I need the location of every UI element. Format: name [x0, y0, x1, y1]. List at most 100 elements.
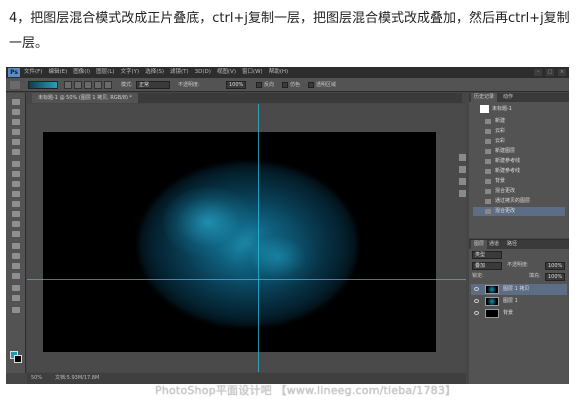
- marquee-tool-icon[interactable]: [12, 109, 20, 115]
- menu-layer[interactable]: 图层(L): [96, 67, 114, 78]
- document-canvas[interactable]: [43, 132, 436, 352]
- opacity-input[interactable]: 100%: [226, 81, 246, 89]
- canvas-area: [27, 104, 466, 372]
- history-item[interactable]: 背景: [473, 177, 565, 186]
- history-item-label: 云彩: [495, 138, 506, 144]
- move-tool-icon[interactable]: [12, 99, 20, 105]
- properties-panel-icon[interactable]: [458, 166, 466, 173]
- minimize-button[interactable]: –: [534, 69, 542, 76]
- layer-filter-select[interactable]: 类型: [472, 251, 502, 259]
- tab-paths[interactable]: 路径: [507, 240, 517, 249]
- angle-gradient-icon[interactable]: [84, 81, 92, 89]
- path-select-tool-icon[interactable]: [12, 263, 20, 269]
- history-item-label: 通过拷贝的图层: [495, 198, 531, 204]
- history-item-selected[interactable]: 混合更改: [473, 207, 565, 216]
- paragraph-panel-icon[interactable]: [458, 190, 466, 197]
- dodge-tool-icon[interactable]: [12, 231, 20, 237]
- history-brush-tool-icon[interactable]: [12, 191, 20, 197]
- character-panel-icon[interactable]: [458, 178, 466, 185]
- eye-icon[interactable]: [474, 299, 479, 303]
- menu-edit[interactable]: 编辑(E): [48, 67, 67, 78]
- layer-row[interactable]: 图层 1 拷贝: [471, 284, 567, 295]
- blend-mode-select[interactable]: 叠加: [472, 262, 502, 270]
- zoom-tool-icon[interactable]: [12, 295, 20, 301]
- history-item[interactable]: 云彩: [473, 137, 565, 146]
- layers-panel: 图层 通道 路径 类型 叠加 不透明度: 100% 锁定: 填充: 100% 图…: [469, 239, 569, 384]
- mode-select[interactable]: 正常: [136, 81, 170, 89]
- crop-tool-icon[interactable]: [12, 139, 20, 145]
- shape-tool-icon[interactable]: [12, 273, 20, 279]
- history-item[interactable]: 云彩: [473, 127, 565, 136]
- history-item[interactable]: 新建参考线: [473, 157, 565, 166]
- layer-opacity-input[interactable]: 100%: [545, 262, 565, 270]
- history-state-icon: [485, 159, 491, 164]
- history-item[interactable]: 新建图层: [473, 147, 565, 156]
- eyedropper-tool-icon[interactable]: [12, 149, 20, 155]
- history-state-icon: [485, 139, 491, 144]
- history-item[interactable]: 通过拷贝的图层: [473, 197, 565, 206]
- menu-filter[interactable]: 滤镜(T): [170, 67, 189, 78]
- linear-gradient-icon[interactable]: [64, 81, 72, 89]
- radial-gradient-icon[interactable]: [74, 81, 82, 89]
- clone-stamp-tool-icon[interactable]: [12, 181, 20, 187]
- history-state-icon: [485, 119, 491, 124]
- layer-opacity-label: 不透明度:: [507, 262, 529, 268]
- tutorial-caption: 4，把图层混合模式改成正片叠底，ctrl+j复制一层，把图层混合模式改成叠加，然…: [9, 11, 570, 51]
- menu-help[interactable]: 帮助(H): [269, 67, 288, 78]
- menu-view[interactable]: 视图(V): [217, 67, 236, 78]
- zoom-level[interactable]: 50%: [31, 373, 42, 384]
- menu-file[interactable]: 文件(F): [24, 67, 42, 78]
- tab-channels[interactable]: 通道: [489, 240, 499, 249]
- transparency-checkbox[interactable]: [308, 82, 314, 88]
- more-tools-icon[interactable]: [12, 307, 20, 313]
- tab-history[interactable]: 历史记录: [471, 93, 498, 102]
- horizontal-guide[interactable]: [27, 279, 466, 280]
- maximize-button[interactable]: □: [546, 69, 554, 76]
- reverse-checkbox[interactable]: [256, 82, 262, 88]
- tool-preset-icon[interactable]: [10, 81, 20, 89]
- menu-select[interactable]: 选择(S): [145, 67, 164, 78]
- document-tab[interactable]: 未标题-1 @ 50% (图层 1 拷贝, RGB/8) *: [32, 93, 139, 103]
- menu-window[interactable]: 窗口(W): [242, 67, 263, 78]
- history-snapshot[interactable]: 未标题-1: [473, 104, 565, 114]
- brush-tool-icon[interactable]: [12, 171, 20, 177]
- menu-bar: Ps 文件(F) 编辑(E) 图像(I) 图层(L) 文字(Y) 选择(S) 滤…: [6, 67, 569, 78]
- history-item[interactable]: 新建参考线: [473, 167, 565, 176]
- cloud-highlight: [238, 227, 318, 287]
- tab-actions[interactable]: 动作: [503, 93, 513, 102]
- history-panel-icon[interactable]: [458, 154, 466, 161]
- menu-3d[interactable]: 3D(D): [195, 67, 211, 78]
- background-color-swatch[interactable]: [14, 355, 22, 363]
- hand-tool-icon[interactable]: [12, 285, 20, 291]
- eye-icon[interactable]: [474, 311, 479, 315]
- menu-image[interactable]: 图像(I): [73, 67, 90, 78]
- quick-select-tool-icon[interactable]: [12, 129, 20, 135]
- eraser-tool-icon[interactable]: [12, 201, 20, 207]
- menu-type[interactable]: 文字(Y): [121, 67, 140, 78]
- dither-label: 仿色: [290, 82, 301, 88]
- layer-thumbnail: [485, 297, 499, 306]
- type-tool-icon[interactable]: [12, 253, 20, 259]
- tab-layers[interactable]: 图层: [471, 240, 488, 249]
- blur-tool-icon[interactable]: [12, 221, 20, 227]
- gradient-tool-icon[interactable]: [12, 211, 20, 217]
- lasso-tool-icon[interactable]: [12, 119, 20, 125]
- diamond-gradient-icon[interactable]: [104, 81, 112, 89]
- panel-dock-strip: [457, 152, 467, 212]
- pen-tool-icon[interactable]: [12, 243, 20, 249]
- history-item[interactable]: 新建: [473, 117, 565, 126]
- layer-name: 图层 1 拷贝: [503, 286, 530, 292]
- history-item[interactable]: 混合更改: [473, 187, 565, 196]
- healing-tool-icon[interactable]: [12, 161, 20, 167]
- fill-input[interactable]: 100%: [545, 273, 565, 281]
- history-item-label: 新建图层: [495, 148, 516, 154]
- dither-checkbox[interactable]: [282, 82, 288, 88]
- reflected-gradient-icon[interactable]: [94, 81, 102, 89]
- eye-icon[interactable]: [474, 287, 479, 291]
- close-button[interactable]: ×: [558, 69, 566, 76]
- layer-row[interactable]: 图层 1: [471, 296, 567, 307]
- layer-row[interactable]: 背景: [471, 308, 567, 319]
- gradient-preview[interactable]: [28, 81, 58, 89]
- gradient-type-buttons: [64, 81, 112, 89]
- vertical-guide[interactable]: [258, 104, 259, 372]
